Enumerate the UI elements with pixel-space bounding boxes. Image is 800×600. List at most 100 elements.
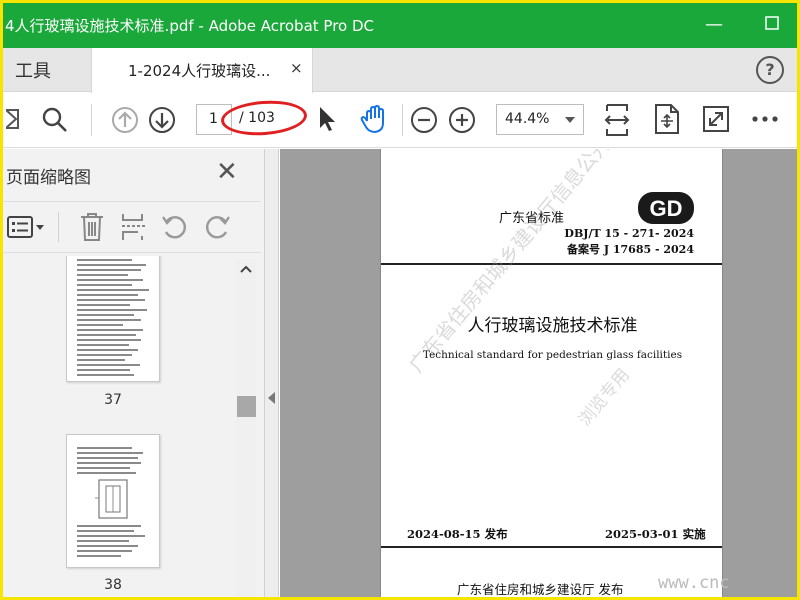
thumbnails-panel: 页面缩略图 ✕ 37 38 — [3, 149, 265, 597]
title-bar: 4人行玻璃设施技术标准.pdf - Adobe Acrobat Pro DC — — [3, 3, 797, 48]
scrollbar-thumb[interactable] — [237, 396, 256, 417]
thumbnail-text — [77, 555, 122, 557]
doc-watermark: 浏览专用 — [574, 365, 634, 431]
thumbnail-text — [77, 374, 135, 376]
tab-document[interactable]: 1-2024人行玻璃设... × — [91, 48, 313, 93]
search-icon[interactable] — [41, 106, 69, 134]
maximize-icon — [765, 16, 779, 30]
thumbnail-text — [77, 294, 138, 296]
thumbnail-text — [77, 259, 133, 261]
thumbnail-text — [77, 314, 135, 316]
insert-page-icon[interactable] — [120, 212, 148, 242]
corner-watermark: www.cnc — [658, 573, 730, 593]
more-options-icon[interactable] — [752, 113, 778, 125]
thumbnail-scrollbar[interactable] — [236, 259, 257, 597]
thumbnail-text — [77, 299, 146, 301]
window-title: 4人行玻璃设施技术标准.pdf - Adobe Acrobat Pro DC — [5, 17, 375, 35]
delete-page-icon[interactable] — [79, 212, 105, 242]
maximize-button[interactable] — [755, 11, 789, 39]
zoom-value: 44.4% — [505, 111, 550, 127]
zoom-select[interactable]: 44.4% — [496, 104, 584, 135]
full-screen-icon[interactable] — [702, 105, 730, 133]
chevron-down-icon — [565, 117, 575, 123]
toolbar-separator — [91, 104, 92, 136]
rotate-right-icon[interactable] — [203, 213, 231, 241]
thumbnail-text — [77, 369, 131, 371]
thumbnail-text — [77, 319, 142, 321]
document-view[interactable]: 广东省标准 GD DBJ/T 15 - 271- 2024 备案号 J 1768… — [280, 149, 797, 597]
thumbnail-text — [77, 452, 144, 454]
doc-top-rule — [381, 263, 722, 265]
thumbnail-text — [77, 447, 133, 449]
thumbnail-label: 37 — [104, 392, 122, 408]
zoom-out-icon[interactable] — [410, 106, 438, 134]
page-view-icon[interactable] — [654, 103, 680, 135]
thumbnail-text — [77, 339, 142, 341]
zoom-in-icon[interactable] — [448, 106, 476, 134]
thumbnail-text — [77, 550, 133, 552]
thumbnail-text — [77, 344, 129, 346]
doc-standard-number: DBJ/T 15 - 271- 2024 — [564, 227, 694, 240]
doc-publish-date: 2024-08-15 发布 — [407, 527, 508, 541]
collapse-panel-icon[interactable] — [268, 392, 275, 404]
thumbnail-text — [77, 329, 144, 331]
hand-tool-icon[interactable] — [359, 103, 391, 135]
thumbnail-label: 38 — [104, 577, 122, 593]
doc-implement-date: 2025-03-01 实施 — [605, 527, 706, 541]
thumbnail-list: 37 38 — [3, 256, 235, 597]
panel-separator — [58, 212, 59, 242]
panel-splitter[interactable] — [265, 149, 279, 597]
thumbnail-text — [77, 354, 133, 356]
tab-document-label: 1-2024人行玻璃设... — [128, 62, 271, 80]
help-button[interactable]: ? — [756, 56, 784, 84]
thumbnail-text — [77, 530, 135, 532]
fit-width-icon[interactable] — [603, 103, 631, 137]
thumbnail-text — [77, 525, 142, 527]
toolbar-separator — [402, 104, 403, 136]
tab-tools[interactable]: 工具 — [3, 48, 89, 92]
thumbnail-text — [77, 334, 136, 336]
thumbnail-text — [77, 279, 144, 281]
app-window: 4人行玻璃设施技术标准.pdf - Adobe Acrobat Pro DC —… — [0, 0, 800, 600]
rotate-left-icon[interactable] — [161, 213, 189, 241]
thumbnail-text — [77, 364, 140, 366]
gd-logo-text: GD — [650, 196, 683, 221]
thumbnail-text — [77, 324, 123, 326]
thumbnail-text — [77, 472, 136, 474]
tab-close-button[interactable]: × — [290, 59, 303, 77]
doc-record-number: 备案号 J 17685 - 2024 — [567, 243, 694, 256]
thumbnail-text — [77, 467, 131, 469]
doc-issuer: 广东省住房和城乡建设厅 发布 — [457, 582, 624, 597]
thumbnail-page-37[interactable] — [66, 256, 160, 382]
thumbnail-text — [77, 540, 129, 542]
thumbnail-text — [77, 349, 138, 351]
thumbnail-text — [77, 535, 146, 537]
thumbnail-text — [77, 304, 131, 306]
previous-page-icon[interactable] — [111, 106, 139, 134]
thumbnail-page-38[interactable] — [66, 434, 160, 568]
select-cursor-icon[interactable] — [317, 105, 337, 133]
panel-toolbar — [3, 201, 261, 253]
thumbnail-text — [77, 274, 128, 276]
thumbnail-figure — [95, 479, 128, 519]
tab-bar: 工具 1-2024人行玻璃设... × ? — [3, 48, 797, 93]
gd-logo: GD — [638, 192, 694, 224]
pdf-page: 广东省标准 GD DBJ/T 15 - 271- 2024 备案号 J 1768… — [380, 149, 723, 597]
thumbnail-text — [77, 457, 138, 459]
thumbnail-text — [77, 359, 125, 361]
next-page-icon[interactable] — [148, 106, 176, 134]
thumbnail-text — [77, 269, 142, 271]
scroll-up-icon[interactable] — [240, 265, 252, 273]
minimize-button[interactable]: — — [697, 11, 731, 39]
thumbnail-text — [77, 545, 138, 547]
thumbnail-text — [77, 264, 146, 266]
thumbnail-options-icon[interactable] — [7, 214, 45, 240]
thumbnail-text — [77, 462, 142, 464]
thumbnail-text — [77, 284, 133, 286]
thumbnail-text — [77, 289, 149, 291]
panel-title: 页面缩略图 — [6, 168, 91, 188]
mail-icon[interactable] — [6, 107, 20, 131]
thumbnail-text — [77, 309, 147, 311]
doc-bottom-rule — [381, 546, 722, 548]
panel-close-button[interactable]: ✕ — [216, 157, 238, 187]
